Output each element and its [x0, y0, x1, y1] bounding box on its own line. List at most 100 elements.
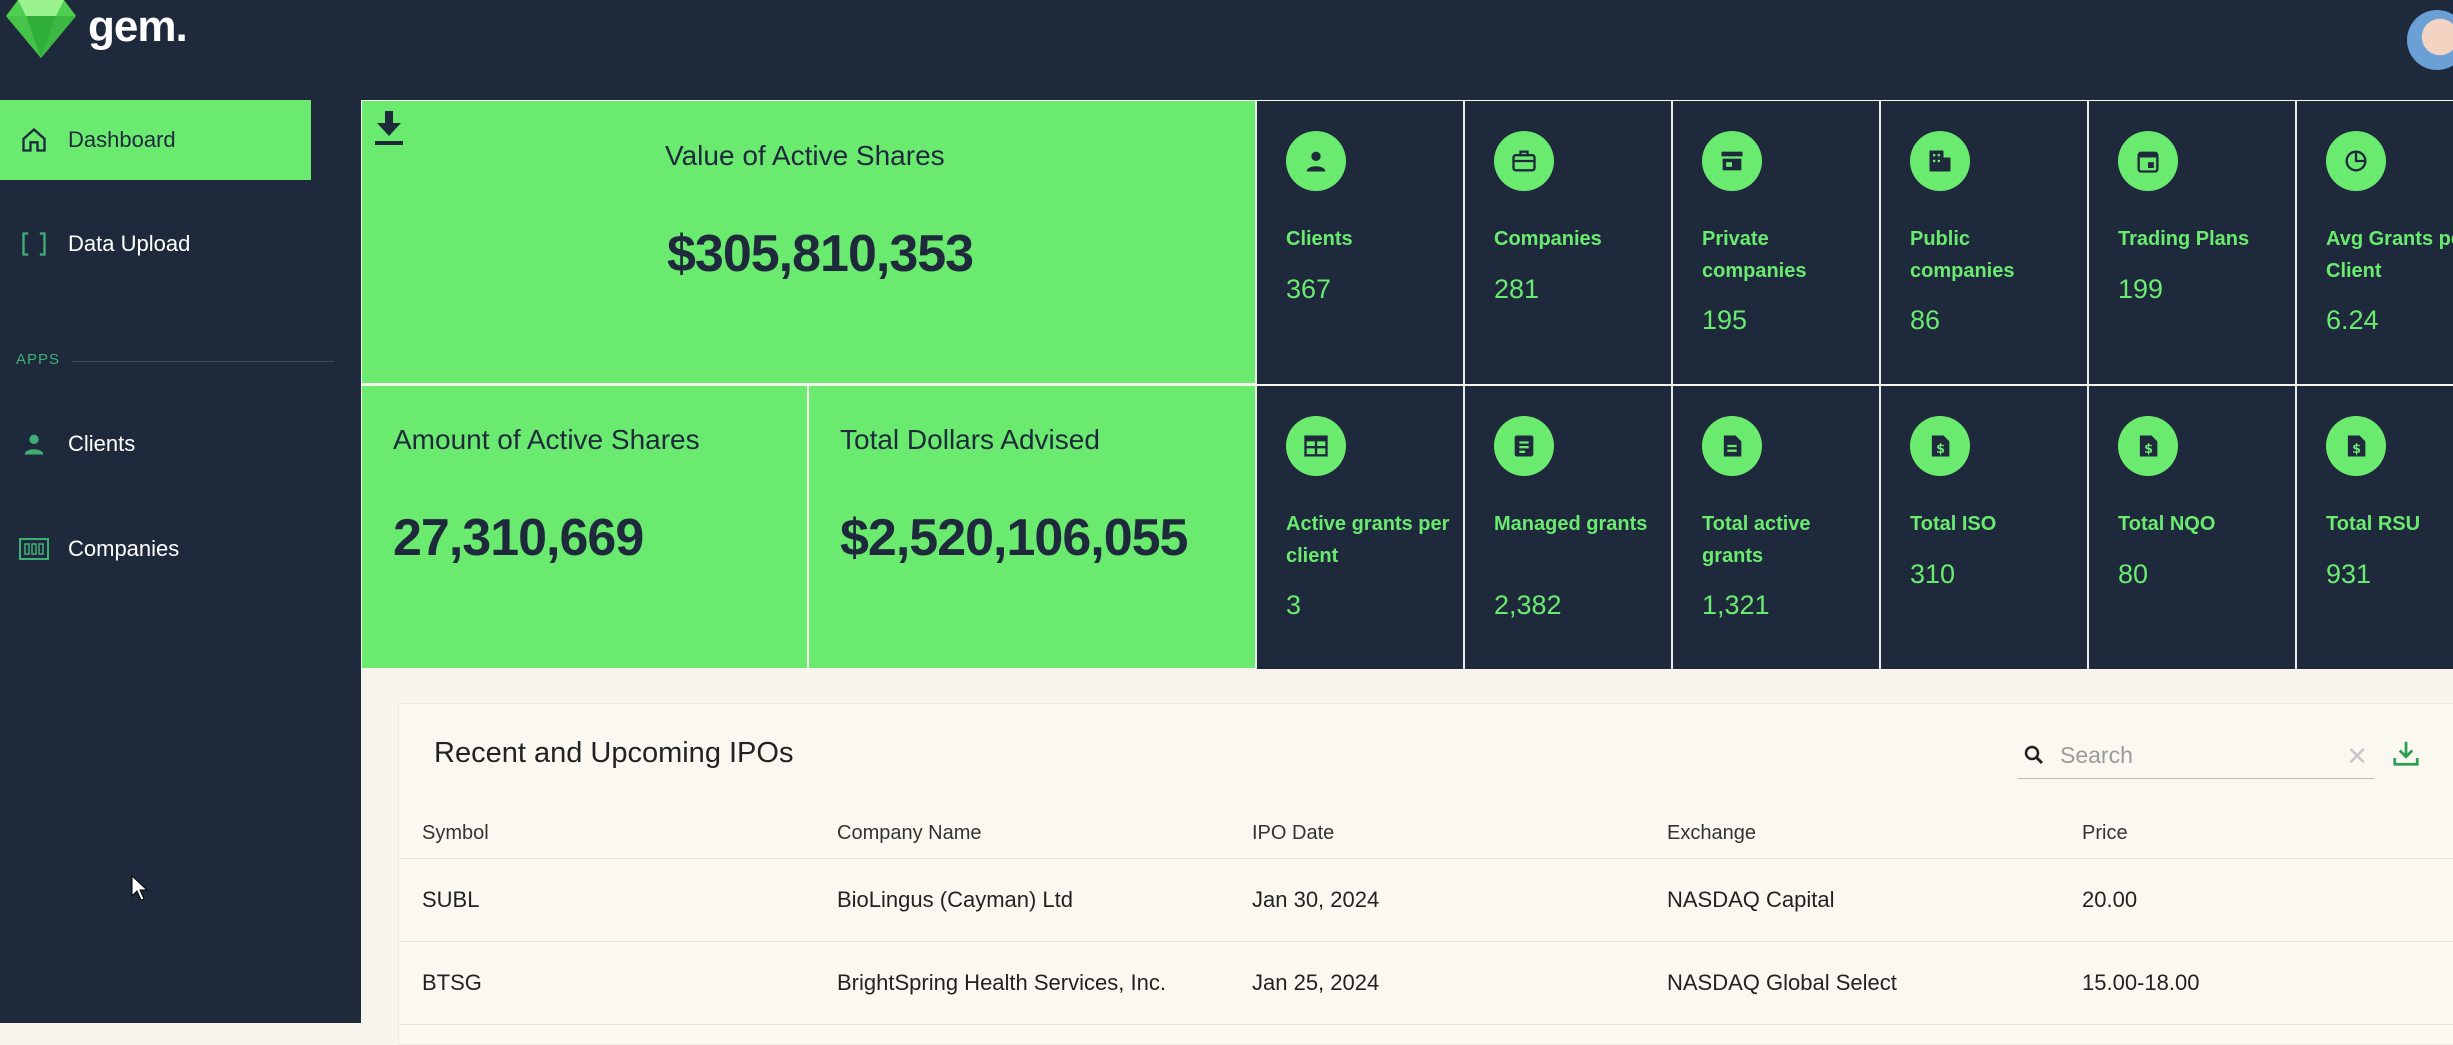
stat-label: Total active grants — [1702, 513, 1811, 567]
stat-value: 310 — [1910, 559, 1956, 589]
calendar-icon — [2118, 131, 2178, 191]
sidebar-item-data-upload[interactable]: Data Upload — [0, 204, 190, 284]
stat-value: 6.24 — [2326, 305, 2379, 335]
mouse-cursor-icon — [131, 874, 149, 901]
svg-text:$: $ — [1936, 442, 1945, 457]
stat-tile-total-nqo: $ Total NQO 80 — [2087, 386, 2295, 669]
svg-text:$: $ — [2144, 442, 2153, 457]
cell-price: 15.00-18.00 — [2082, 970, 2200, 995]
brackets-icon — [0, 230, 68, 258]
stat-tile-managed-grants: Managed grants 2,382 — [1463, 386, 1671, 669]
card-title: Value of Active Shares — [665, 140, 945, 171]
building-icon — [1910, 131, 1970, 191]
document-icon — [1494, 416, 1554, 476]
stat-label: Avg Grants per Client — [2326, 228, 2453, 282]
card-value: $2,520,106,055 — [840, 509, 1188, 567]
stat-tile-avg-grants: Avg Grants per Client 6.24 — [2295, 101, 2453, 384]
app-logo[interactable]: gem. — [6, 0, 188, 58]
dollar-file-icon: $ — [1910, 416, 1970, 476]
search-box: ✕ — [2018, 732, 2374, 779]
stat-tile-public-companies: Public companies 86 — [1879, 101, 2087, 384]
person-icon — [1286, 131, 1346, 191]
stat-label: Companies — [1494, 228, 1602, 250]
total-dollars-advised-card: Total Dollars Advised $2,520,106,055 — [809, 386, 1255, 668]
card-title: Total Dollars Advised — [840, 424, 1100, 455]
logo-text: gem. — [88, 2, 188, 51]
cell-ipo-date: Jan 30, 2024 — [1252, 887, 1380, 912]
table-row[interactable]: SUBL BioLingus (Cayman) Ltd Jan 30, 2024… — [399, 859, 2453, 942]
cell-exchange: NASDAQ Capital — [1667, 887, 1835, 912]
sidebar-item-label: Clients — [68, 431, 136, 456]
pie-chart-icon — [2326, 131, 2386, 191]
download-icon[interactable] — [2391, 738, 2421, 768]
dollar-file-icon: $ — [2326, 416, 2386, 476]
user-avatar[interactable] — [2407, 10, 2453, 70]
clear-icon[interactable]: ✕ — [2346, 741, 2368, 772]
stat-value: 2,382 — [1494, 590, 1562, 620]
column-header-company-name[interactable]: Company Name — [837, 822, 982, 845]
sidebar-item-clients[interactable]: Clients — [0, 404, 135, 484]
stat-tile-total-iso: $ Total ISO 310 — [1879, 386, 2087, 669]
stat-value: 86 — [1910, 305, 1941, 335]
stat-label: Total ISO — [1910, 513, 1997, 535]
file-icon — [1702, 416, 1762, 476]
company-grid-icon — [0, 537, 68, 561]
stat-label: Public companies — [1910, 228, 2015, 282]
stat-tile-total-active-grants: Total active grants 1,321 — [1671, 386, 1879, 669]
gem-logo-icon — [6, 0, 76, 58]
stat-tile-private-companies: Private companies 195 — [1671, 101, 1879, 384]
svg-text:$: $ — [2352, 442, 2361, 457]
cell-exchange: NASDAQ Global Select — [1667, 970, 1897, 995]
apps-section-label: APPS — [16, 351, 61, 368]
sidebar-item-companies[interactable]: Companies — [0, 509, 179, 589]
card-value: 27,310,669 — [393, 509, 644, 567]
cell-price: 20.00 — [2082, 887, 2138, 912]
stat-value: 3 — [1286, 590, 1302, 620]
column-header-price[interactable]: Price — [2082, 822, 2128, 845]
stat-value: 1,321 — [1702, 590, 1770, 620]
sidebar: Dashboard Data Upload APPS Clients Compa… — [0, 100, 361, 1023]
stat-tile-clients: Clients 367 — [1255, 101, 1463, 384]
stat-label: Trading Plans — [2118, 228, 2250, 250]
calendar-grid-icon — [1286, 416, 1346, 476]
apps-divider — [72, 361, 334, 362]
stat-value: 199 — [2118, 274, 2164, 304]
stat-value: 367 — [1286, 274, 1332, 304]
stat-value: 195 — [1702, 305, 1748, 335]
top-bar: gem. — [0, 0, 2453, 100]
dollar-file-icon: $ — [2118, 416, 2178, 476]
column-header-ipo-date[interactable]: IPO Date — [1252, 822, 1334, 845]
stat-label: Private companies — [1702, 228, 1807, 282]
stat-label: Clients — [1286, 228, 1353, 250]
sidebar-item-dashboard[interactable]: Dashboard — [0, 100, 311, 180]
stat-label: Total NQO — [2118, 513, 2216, 535]
column-header-symbol[interactable]: Symbol — [422, 822, 489, 845]
table-header: Symbol Company Name IPO Date Exchange Pr… — [399, 814, 2453, 859]
stat-label: Managed grants — [1494, 513, 1648, 535]
column-header-exchange[interactable]: Exchange — [1667, 822, 1756, 845]
cell-company-name: BioLingus (Cayman) Ltd — [837, 887, 1074, 912]
home-icon — [0, 126, 68, 154]
person-icon — [0, 430, 68, 458]
cell-ipo-date: Jan 25, 2024 — [1252, 970, 1380, 995]
search-input[interactable] — [2058, 740, 2322, 770]
sidebar-item-label: Companies — [68, 536, 180, 561]
sidebar-item-label: Data Upload — [68, 231, 191, 256]
cell-symbol: SUBL — [422, 887, 480, 912]
stat-tile-total-rsu: $ Total RSU 931 — [2295, 386, 2453, 669]
card-value: $305,810,353 — [667, 225, 974, 283]
download-icon[interactable] — [372, 109, 406, 147]
cell-company-name: BrightSpring Health Services, Inc. — [837, 970, 1166, 995]
stat-tile-trading-plans: Trading Plans 199 — [2087, 101, 2295, 384]
table-row[interactable]: BTSG BrightSpring Health Services, Inc. … — [399, 942, 2453, 1025]
ipo-card-title: Recent and Upcoming IPOs — [434, 737, 794, 769]
search-icon — [2024, 745, 2044, 765]
cell-symbol: BTSG — [422, 970, 482, 995]
stat-tile-companies: Companies 281 — [1463, 101, 1671, 384]
sidebar-item-label: Dashboard — [68, 127, 176, 152]
stat-value: 80 — [2118, 559, 2149, 589]
active-shares-value-card: Value of Active Shares $305,810,353 — [362, 101, 1255, 383]
store-icon — [1702, 131, 1762, 191]
ipo-card: Recent and Upcoming IPOs ✕ Symbol Compan… — [398, 703, 2453, 1045]
stat-tile-active-grants-per-client: Active grants per client 3 — [1255, 386, 1463, 669]
